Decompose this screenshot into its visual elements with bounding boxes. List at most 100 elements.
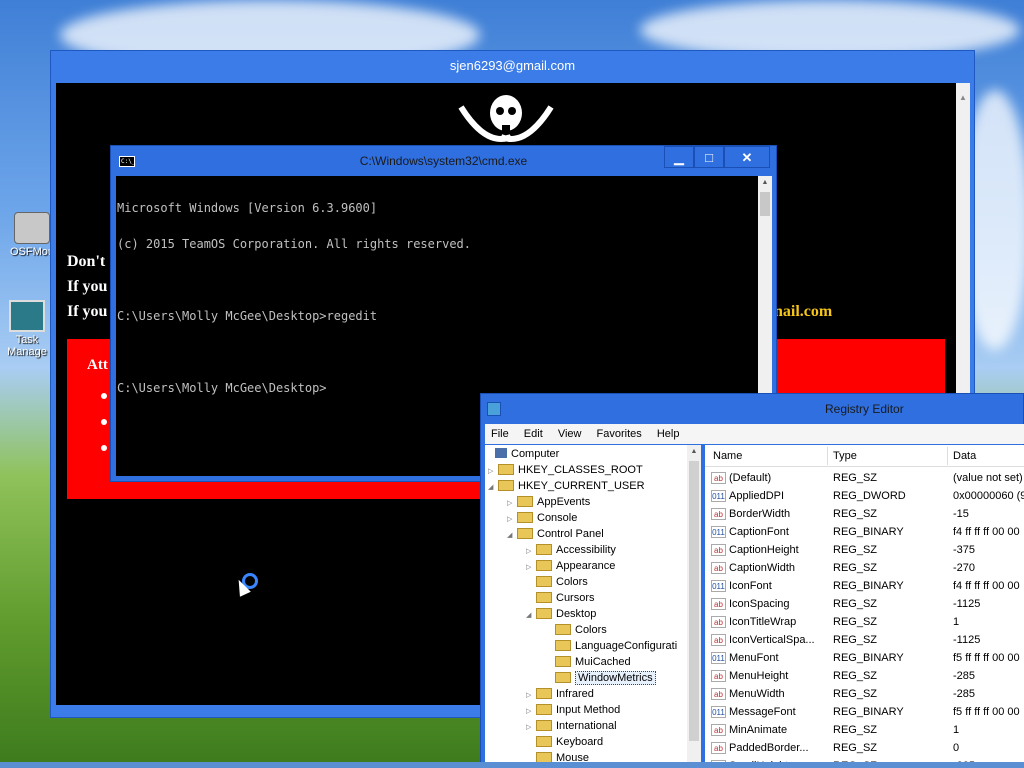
value-name: IconVerticalSpa... bbox=[729, 634, 815, 646]
tree-item[interactable]: ▷ Accessibility bbox=[526, 542, 616, 558]
tree-item-label: Keyboard bbox=[556, 736, 604, 748]
value-name: BorderWidth bbox=[729, 508, 791, 520]
tree-item[interactable]: ▷ AppEvents bbox=[507, 494, 590, 510]
value-type: REG_SZ bbox=[833, 598, 878, 610]
value-row[interactable]: 011 MessageFont REG_BINARY f5 ff ff ff 00 0… bbox=[705, 703, 1024, 721]
tree-item[interactable]: Colors bbox=[526, 574, 588, 590]
column-separator[interactable] bbox=[827, 447, 828, 465]
folder-icon bbox=[555, 640, 571, 651]
value-data: f4 ff ff ff 00 00 bbox=[953, 526, 1020, 538]
tree-item[interactable]: ◢ Control Panel bbox=[507, 526, 604, 542]
scrollbar-thumb[interactable] bbox=[760, 192, 770, 216]
string-value-icon: ab bbox=[711, 670, 726, 682]
value-name: CaptionFont bbox=[729, 526, 789, 538]
close-button[interactable]: ✕ bbox=[724, 146, 770, 168]
scroll-up-icon[interactable]: ▲ bbox=[956, 93, 970, 102]
binary-value-icon: 011 bbox=[711, 490, 726, 502]
folder-icon bbox=[536, 592, 552, 603]
regedit-app-icon[interactable] bbox=[487, 402, 501, 416]
menu-view[interactable]: View bbox=[552, 424, 588, 440]
value-row[interactable]: ab CaptionHeight REG_SZ -375 bbox=[705, 541, 1024, 559]
menu-favorites[interactable]: Favorites bbox=[591, 424, 648, 440]
value-type: REG_SZ bbox=[833, 472, 878, 484]
tree-item[interactable]: ▷ Infrared bbox=[526, 686, 594, 702]
tree-expander-icon[interactable]: ◢ bbox=[507, 528, 517, 544]
value-row[interactable]: ab MinAnimate REG_SZ 1 bbox=[705, 721, 1024, 739]
values-header: Name Type Data bbox=[705, 445, 1024, 467]
ransom-text-line: Don't bbox=[67, 253, 106, 270]
value-row[interactable]: ab PaddedBorder... REG_SZ 0 bbox=[705, 739, 1024, 757]
menu-edit[interactable]: Edit bbox=[518, 424, 549, 440]
tree-item[interactable]: Colors bbox=[545, 622, 607, 638]
scroll-up-icon[interactable]: ▲ bbox=[758, 179, 772, 186]
tree-expander-icon[interactable]: ◢ bbox=[526, 608, 536, 624]
value-row[interactable]: ab IconSpacing REG_SZ -1125 bbox=[705, 595, 1024, 613]
column-header-type[interactable]: Type bbox=[833, 450, 857, 462]
tree-item-label: Appearance bbox=[556, 560, 616, 572]
value-row[interactable]: ab IconVerticalSpa... REG_SZ -1125 bbox=[705, 631, 1024, 649]
value-row[interactable]: ab (Default) REG_SZ (value not set) bbox=[705, 469, 1024, 487]
value-name: MenuFont bbox=[729, 652, 779, 664]
tree-item[interactable]: Cursors bbox=[526, 590, 595, 606]
value-type: REG_SZ bbox=[833, 634, 878, 646]
value-row[interactable]: ab IconTitleWrap REG_SZ 1 bbox=[705, 613, 1024, 631]
value-data: -285 bbox=[953, 670, 976, 682]
registry-tree: Computer ▷ HKEY_CLASSES_ROOT ◢ HKEY_CURRENT_… bbox=[485, 445, 701, 768]
tree-item-label: Input Method bbox=[556, 704, 621, 716]
tree-item[interactable]: WindowMetrics bbox=[545, 670, 656, 686]
menu-file[interactable]: File bbox=[485, 424, 515, 440]
folder-icon bbox=[536, 608, 552, 619]
maximize-button[interactable]: □ bbox=[694, 146, 724, 168]
value-type: REG_DWORD bbox=[833, 490, 906, 502]
value-row[interactable]: ab CaptionWidth REG_SZ -270 bbox=[705, 559, 1024, 577]
tree-item[interactable]: ◢ HKEY_CURRENT_USER bbox=[488, 478, 645, 494]
value-type: REG_SZ bbox=[833, 688, 878, 700]
scroll-up-icon[interactable]: ▲ bbox=[687, 448, 701, 455]
tree-item[interactable]: LanguageConfigurati bbox=[545, 638, 677, 654]
tree-item[interactable]: Keyboard bbox=[526, 734, 603, 750]
value-row[interactable]: ab MenuHeight REG_SZ -285 bbox=[705, 667, 1024, 685]
tree-expander-icon[interactable]: ◢ bbox=[488, 480, 498, 496]
column-separator[interactable] bbox=[947, 447, 948, 465]
tree-item[interactable]: ▷ Console bbox=[507, 510, 577, 526]
cmd-app-icon[interactable]: C:\_ bbox=[119, 156, 135, 167]
column-header-name[interactable]: Name bbox=[713, 450, 742, 462]
tree-item[interactable]: ◢ Desktop bbox=[526, 606, 596, 622]
value-row[interactable]: ab MenuWidth REG_SZ -285 bbox=[705, 685, 1024, 703]
desktop-icon-task-manager[interactable]: Task Manage bbox=[4, 300, 50, 358]
value-row[interactable]: 011 CaptionFont REG_BINARY f4 ff ff ff 00 0… bbox=[705, 523, 1024, 541]
tree-item[interactable]: ▷ Input Method bbox=[526, 702, 620, 718]
tree-item[interactable]: ▷ International bbox=[526, 718, 617, 734]
folder-icon bbox=[536, 544, 552, 555]
binary-value-icon: 011 bbox=[711, 652, 726, 664]
string-value-icon: ab bbox=[711, 688, 726, 700]
value-row[interactable]: 011AppliedDPI REG_DWORD 0x00000060 (96) bbox=[705, 487, 1024, 505]
value-row[interactable]: 011 MenuFont REG_BINARY f5 ff ff ff 00 00 bbox=[705, 649, 1024, 667]
tree-item[interactable]: MuiCached bbox=[545, 654, 631, 670]
window-controls: ▁ □ ✕ bbox=[664, 146, 770, 168]
cmd-titlebar[interactable]: C:\_ C:\Windows\system32\cmd.exe ▁ □ ✕ bbox=[111, 146, 776, 176]
minimize-button[interactable]: ▁ bbox=[664, 146, 694, 168]
tree-item-label: WindowMetrics bbox=[575, 671, 656, 685]
tree-item[interactable]: ▷ HKEY_CLASSES_ROOT bbox=[488, 462, 643, 478]
value-name: IconTitleWrap bbox=[729, 616, 797, 628]
column-header-data[interactable]: Data bbox=[953, 450, 976, 462]
value-row[interactable]: 011 IconFont REG_BINARY f4 ff ff ff 00 00 bbox=[705, 577, 1024, 595]
tree-item[interactable]: ▷ Appearance bbox=[526, 558, 615, 574]
tree-scrollbar[interactable]: ▲ bbox=[687, 445, 701, 768]
tree-item[interactable]: Computer bbox=[485, 446, 559, 462]
value-row[interactable]: ab BorderWidth REG_SZ -15 bbox=[705, 505, 1024, 523]
registry-values-list: Name Type Data ab (Default) REG_SZ (value n… bbox=[705, 445, 1024, 768]
regedit-titlebar[interactable]: Registry Editor bbox=[481, 394, 1023, 424]
ransom-window-title[interactable]: sjen6293@gmail.com bbox=[51, 51, 974, 81]
console-line: C:\Users\Molly McGee\Desktop>regedit bbox=[117, 309, 378, 323]
tree-item-label: Accessibility bbox=[556, 544, 616, 556]
menu-help[interactable]: Help bbox=[651, 424, 686, 440]
tree-item-label: Colors bbox=[575, 624, 607, 636]
value-type: REG_BINARY bbox=[833, 652, 904, 664]
tree-item-label: International bbox=[556, 720, 617, 732]
console-line: (c) 2015 TeamOS Corporation. All rights … bbox=[117, 237, 472, 251]
scrollbar-thumb[interactable] bbox=[689, 461, 699, 741]
